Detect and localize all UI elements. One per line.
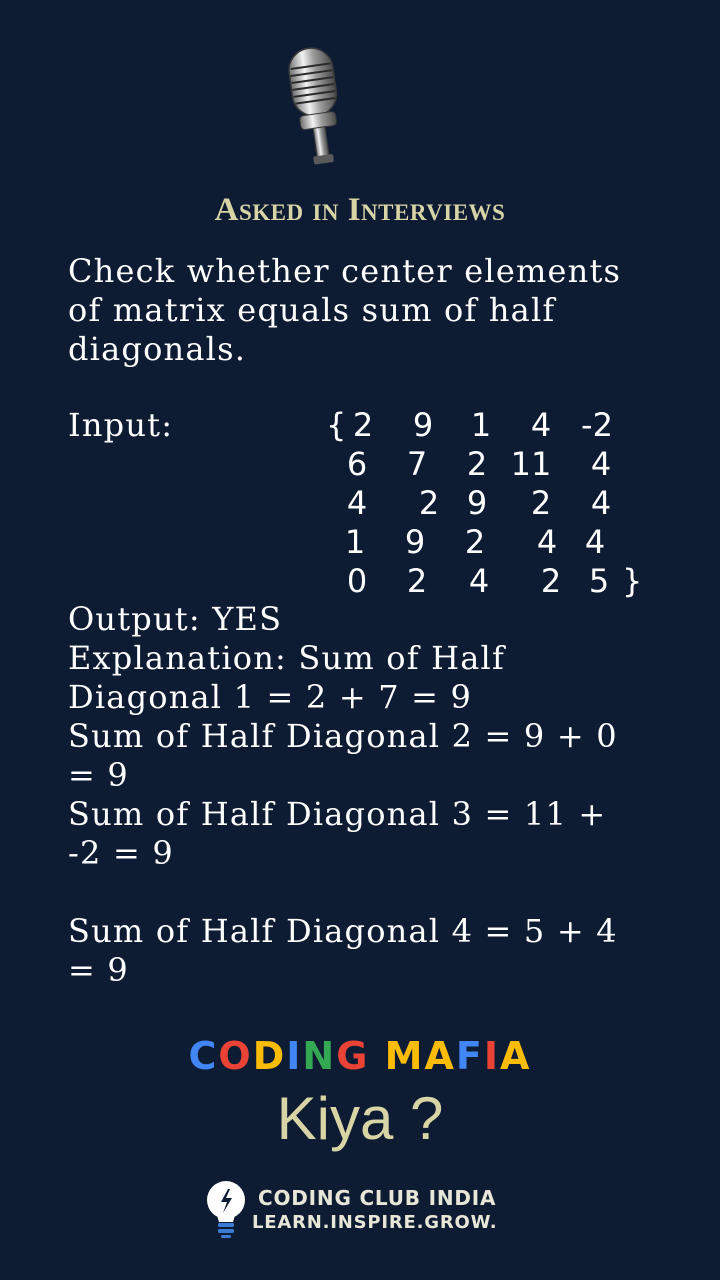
matrix-cell: 5 [588, 562, 610, 600]
coding-mafia-logo: CODING MAFIA [0, 1034, 720, 1078]
logo-letter: C [188, 1034, 219, 1078]
matrix-cell: 7 [406, 445, 428, 483]
matrix-cell: 2 [466, 445, 488, 483]
logo-letter: N [302, 1034, 337, 1078]
logo-letter: D [252, 1034, 287, 1078]
matrix-cell: 9 [466, 484, 488, 522]
logo-letter: G [336, 1034, 370, 1078]
matrix-cell: 4 [590, 445, 612, 483]
matrix-cell: 11 [510, 445, 552, 483]
matrix-cell: 9 [412, 406, 434, 444]
matrix-close-brace: } [622, 562, 643, 600]
matrix-cell: 1 [470, 406, 492, 444]
logo-letter: M [384, 1034, 425, 1078]
matrix-cell: 2 [418, 484, 440, 522]
logo-letter [369, 1034, 384, 1078]
matrix-cell: 4 [590, 484, 612, 522]
matrix-cell: 6 [346, 445, 368, 483]
matrix-cell: 1 [344, 523, 366, 561]
kiya-caption: Kiya ? [276, 1085, 444, 1152]
matrix-cell: 4 [584, 523, 606, 561]
matrix-cell: 4 [530, 406, 552, 444]
logo-letter: O [218, 1034, 253, 1078]
club-tagline: LEARN.INSPIRE.GROW. [252, 1212, 498, 1233]
problem-statement: Check whether center elements of matrix … [68, 252, 622, 368]
matrix-cell: 2 [352, 406, 374, 444]
matrix-cell: 4 [468, 562, 490, 600]
matrix-cell: 2 [530, 484, 552, 522]
microphone-icon [288, 47, 338, 165]
matrix-cell: 2 [540, 562, 562, 600]
coding-club-india-logo: CODING CLUB INDIA LEARN.INSPIRE.GROW. [200, 1178, 520, 1240]
logo-letter: I [286, 1034, 303, 1078]
matrix-cell: 2 [464, 523, 486, 561]
logo-letter: A [424, 1034, 456, 1078]
logo-letter: A [500, 1034, 532, 1078]
matrix-cell: -2 [581, 406, 613, 444]
matrix-cell: 2 [406, 562, 428, 600]
logo-letter: F [455, 1034, 484, 1078]
matrix-cell: 4 [536, 523, 558, 561]
lightbulb-icon [207, 1181, 245, 1238]
logo-letter: I [483, 1034, 501, 1078]
input-matrix: { } 2 9 1 4 -2 6 7 2 11 4 4 2 9 2 4 1 9 … [326, 406, 646, 601]
matrix-cell: 4 [346, 484, 368, 522]
matrix-cell: 0 [346, 562, 368, 600]
matrix-cell: 9 [404, 523, 426, 561]
output-explanation: Output: YES Explanation: Sum of Half Dia… [68, 600, 618, 989]
club-name: CODING CLUB INDIA [258, 1186, 497, 1210]
section-heading: Asked in Interviews [214, 192, 506, 228]
